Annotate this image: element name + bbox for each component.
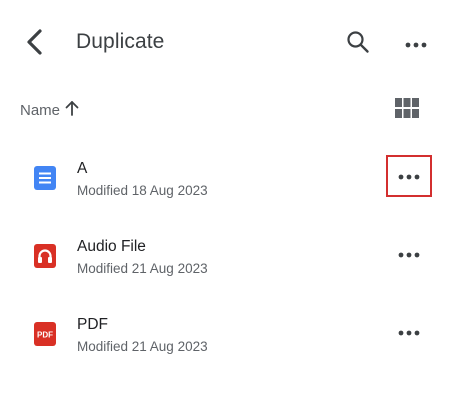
file-list-item[interactable]: Audio File Modified 21 Aug 2023	[0, 218, 450, 296]
chevron-left-icon	[24, 28, 44, 61]
grid-view-toggle-button[interactable]	[394, 97, 420, 123]
sort-by-name-button[interactable]: Name	[20, 98, 80, 122]
file-list-item[interactable]: PDF PDF Modified 21 Aug 2023	[0, 296, 450, 374]
more-horizontal-icon	[398, 323, 420, 341]
file-name: PDF	[77, 316, 108, 333]
page-title: Duplicate	[76, 30, 165, 53]
docs-icon	[33, 166, 57, 190]
more-horizontal-icon	[398, 245, 420, 263]
grid-view-icon	[395, 97, 419, 123]
file-modified-date: Modified 21 Aug 2023	[77, 339, 208, 354]
search-button[interactable]	[344, 30, 372, 58]
file-more-options-button[interactable]	[386, 155, 432, 197]
file-list-item[interactable]: A Modified 18 Aug 2023	[0, 140, 450, 218]
back-button[interactable]	[20, 28, 48, 60]
arrow-up-icon	[64, 99, 80, 122]
pdf-icon-label: PDF	[37, 331, 53, 340]
file-more-options-button[interactable]	[386, 233, 432, 275]
file-name: A	[77, 160, 88, 177]
file-name: Audio File	[77, 238, 146, 255]
file-modified-date: Modified 18 Aug 2023	[77, 183, 208, 198]
pdf-icon: PDF	[33, 322, 57, 346]
more-horizontal-icon	[398, 167, 420, 185]
more-options-button[interactable]	[402, 30, 430, 58]
file-more-options-button[interactable]	[386, 311, 432, 353]
top-app-bar: Duplicate	[0, 0, 450, 88]
audio-file-icon	[33, 244, 57, 268]
file-list-screen: Duplicate Name A Modified 18 Aug 2023 Au…	[0, 0, 450, 408]
sort-label: Name	[20, 101, 61, 119]
file-modified-date: Modified 21 Aug 2023	[77, 261, 208, 276]
more-horizontal-icon	[405, 35, 427, 53]
search-icon	[346, 30, 370, 59]
